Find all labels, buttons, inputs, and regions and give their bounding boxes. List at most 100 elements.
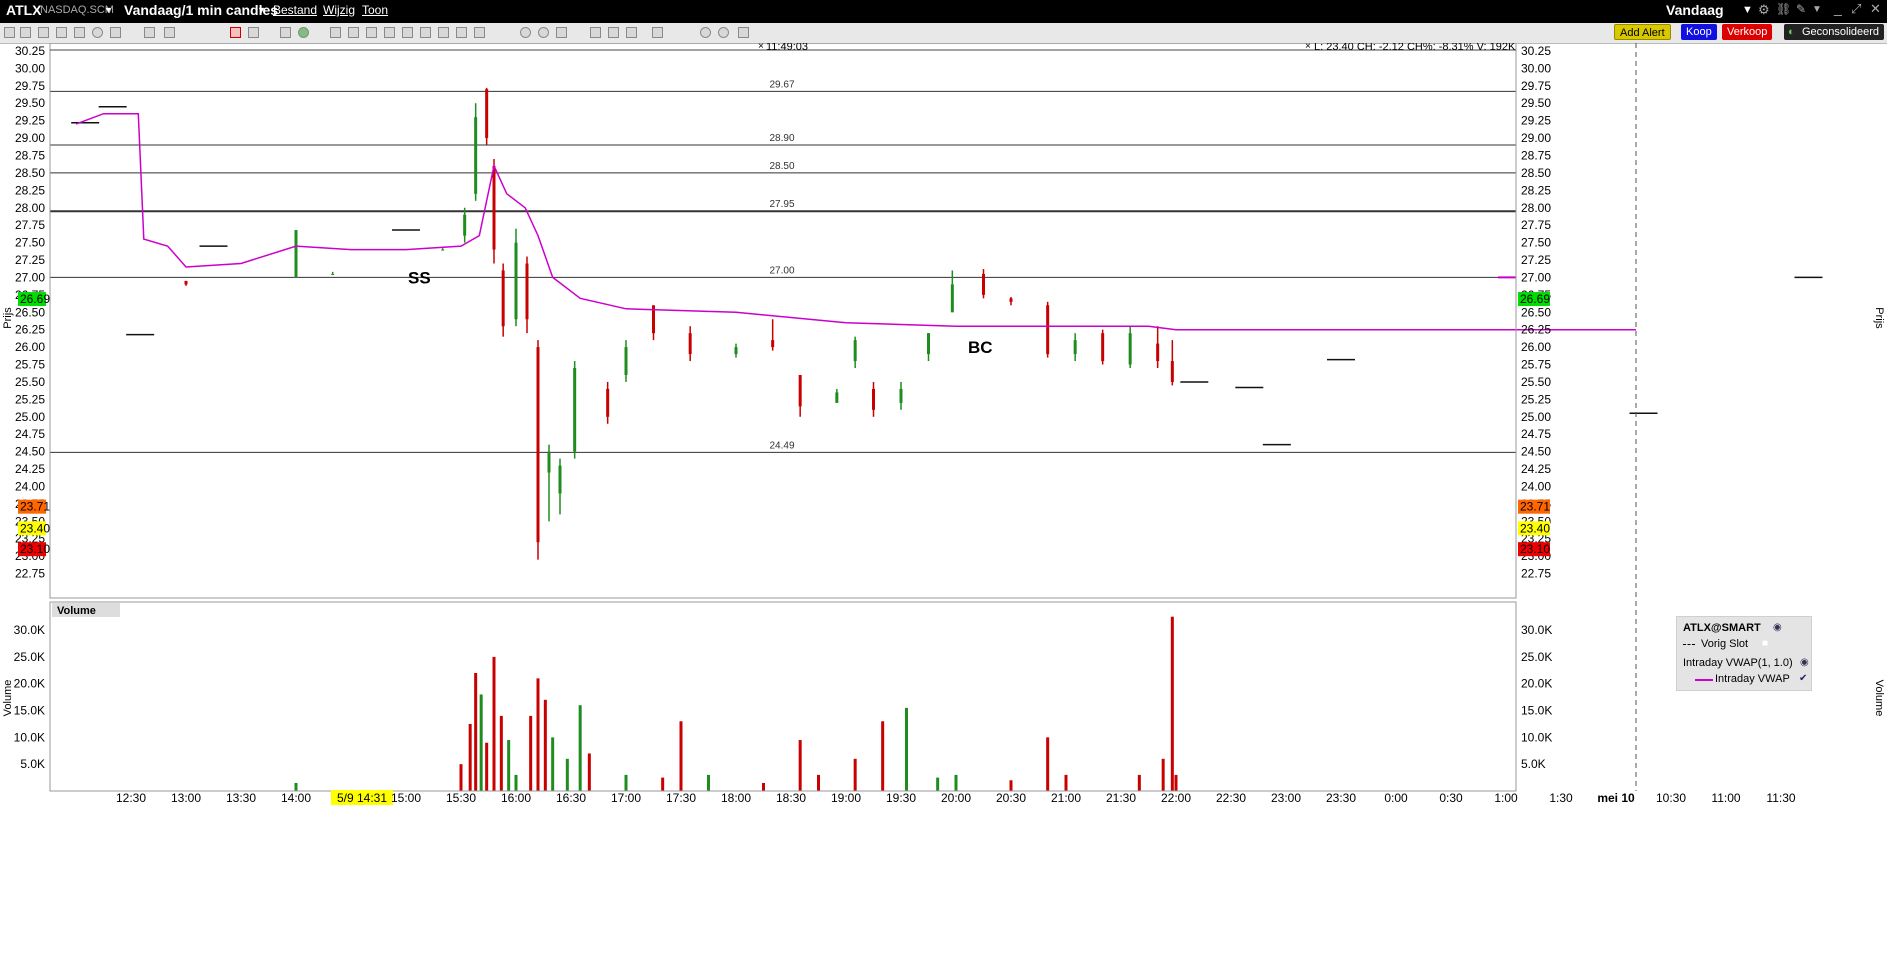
- hand-icon[interactable]: [20, 27, 31, 38]
- volume-bar: [536, 678, 540, 791]
- table-icon[interactable]: [110, 27, 121, 38]
- price-tick-right: 25.75: [1521, 358, 1551, 372]
- symbol-dropdown-icon[interactable]: ▼: [104, 5, 113, 15]
- menu-bestand[interactable]: Bestand: [273, 3, 317, 17]
- price-chart[interactable]: 29.6728.9028.5027.9527.0024.49 30.25 30.2…: [0, 43, 1887, 973]
- x-tick: 11:00: [1711, 791, 1740, 805]
- ruler-icon[interactable]: [420, 27, 431, 38]
- period-title-right[interactable]: Vandaag: [1666, 2, 1724, 18]
- delete-drawing-icon[interactable]: [474, 27, 485, 38]
- price-tick-right: 27.75: [1521, 218, 1551, 232]
- vwap-line: [75, 112, 1636, 331]
- price-axis-label-right: Prijs: [1873, 307, 1885, 329]
- minimize-icon[interactable]: _: [1834, 0, 1842, 16]
- price-tick-right: 24.25: [1521, 462, 1551, 476]
- price-tick-right: 27.50: [1521, 236, 1551, 250]
- candle-body: [184, 280, 188, 285]
- legend-panel[interactable]: ATLX@SMART ◉ Vorig Slot ■ Intraday VWAP(…: [1676, 616, 1812, 691]
- legend-item-vwap[interactable]: Intraday VWAP: [1715, 673, 1790, 685]
- layout-icon[interactable]: [144, 27, 155, 38]
- buy-button[interactable]: Koop: [1681, 24, 1717, 40]
- text-tool-icon[interactable]: [456, 27, 467, 38]
- legend-checkbox[interactable]: ■: [1762, 638, 1768, 649]
- legend-study-icon[interactable]: ◉: [1800, 657, 1809, 668]
- zoom-in-icon[interactable]: [520, 27, 531, 38]
- candle-body: [835, 392, 839, 403]
- volume-bar: [551, 737, 555, 791]
- volume-bar: [624, 774, 628, 791]
- circle-icon[interactable]: [92, 27, 103, 38]
- fit-icon[interactable]: [652, 27, 663, 38]
- measure-icon[interactable]: [438, 27, 449, 38]
- consolidated-button[interactable]: ◐ Geconsolideerd: [1784, 24, 1885, 40]
- pin-icon[interactable]: ✎: [1796, 2, 1806, 16]
- x-tick: 16:30: [556, 791, 586, 805]
- settings-icon[interactable]: [738, 27, 749, 38]
- volume-title: Volume: [57, 605, 96, 617]
- window-icon[interactable]: [164, 27, 175, 38]
- close-icon[interactable]: ✕: [1870, 1, 1881, 17]
- link-icon[interactable]: ⛓: [1776, 2, 1791, 16]
- trendline-icon[interactable]: [348, 27, 359, 38]
- price-tick-left: 27.75: [15, 218, 45, 232]
- crosshair-icon[interactable]: [330, 27, 341, 38]
- volume-bar: [1009, 780, 1013, 791]
- price-tick-right: 28.50: [1521, 166, 1551, 180]
- color-icon[interactable]: [700, 27, 711, 38]
- menu-chevron-icon[interactable]: ▼: [1812, 4, 1822, 15]
- snapshot-icon[interactable]: [74, 27, 85, 38]
- price-tick-left: 30.00: [15, 61, 45, 75]
- x-tick: mei 10: [1597, 791, 1635, 805]
- price-tick-right: 25.50: [1521, 375, 1551, 389]
- gear-icon[interactable]: ⚙: [1758, 2, 1770, 18]
- price-tick-right: 26.25: [1521, 323, 1551, 337]
- volume-tick-right: 25.0K: [1521, 650, 1552, 664]
- scroll-center-icon[interactable]: [608, 27, 619, 38]
- maximize-icon[interactable]: ⤢: [1851, 1, 1861, 17]
- add-study-icon[interactable]: [298, 27, 309, 38]
- pencil-icon[interactable]: [230, 27, 241, 38]
- grid-icon[interactable]: [38, 27, 49, 38]
- top-close-x: ×: [758, 43, 764, 52]
- cursor-icon[interactable]: [4, 27, 15, 38]
- volume-bar: [507, 740, 511, 791]
- chevron-down-icon[interactable]: ▼: [1742, 4, 1753, 16]
- candle-body: [525, 263, 529, 320]
- legend-item-vwap-study[interactable]: Intraday VWAP(1, 1.0): [1683, 657, 1793, 669]
- period-selector[interactable]: Vandaag/1 min candles: [124, 2, 278, 18]
- legend-info-icon[interactable]: ◉: [1773, 622, 1782, 633]
- period-dropdown-icon[interactable]: ▼: [257, 5, 266, 15]
- price-tick-left: 24.00: [15, 479, 45, 493]
- draw-icon[interactable]: [56, 27, 67, 38]
- x-tick: 20:00: [941, 791, 971, 805]
- fib-icon[interactable]: [384, 27, 395, 38]
- volume-bar: [1064, 774, 1068, 791]
- legend-check-icon[interactable]: ✔: [1799, 673, 1807, 684]
- volume-bar: [905, 707, 908, 791]
- legend-item-vorig-slot[interactable]: Vorig Slot: [1701, 638, 1748, 650]
- zoom-out-icon[interactable]: [538, 27, 549, 38]
- consolidated-label: Geconsolideerd: [1802, 26, 1880, 38]
- x-tick: 10:30: [1656, 791, 1686, 805]
- channel-icon[interactable]: [366, 27, 377, 38]
- sell-button[interactable]: Verkoop: [1722, 24, 1773, 40]
- candle-body: [853, 340, 857, 362]
- bar-style-icon[interactable]: [248, 27, 259, 38]
- menu-wijzig[interactable]: Wijzig: [323, 3, 355, 17]
- volume-tick-left: 25.0K: [14, 650, 45, 664]
- price-tick-left: 25.50: [15, 375, 45, 389]
- menu-toon[interactable]: Toon: [362, 3, 388, 17]
- candle-body: [474, 117, 478, 194]
- volume-tick-right: 30.0K: [1521, 623, 1552, 637]
- zoom-reset-icon[interactable]: [556, 27, 567, 38]
- add-alert-button[interactable]: Add Alert: [1614, 24, 1671, 40]
- x-tick: 17:30: [666, 791, 696, 805]
- scroll-right-icon[interactable]: [626, 27, 637, 38]
- scroll-left-icon[interactable]: [590, 27, 601, 38]
- mountain-icon[interactable]: [280, 27, 291, 38]
- refresh-icon[interactable]: [718, 27, 729, 38]
- arc-icon[interactable]: [402, 27, 413, 38]
- symbol-label[interactable]: ATLX: [6, 2, 42, 18]
- candle-body: [485, 89, 489, 139]
- volume-pane-frame: [49, 601, 1517, 792]
